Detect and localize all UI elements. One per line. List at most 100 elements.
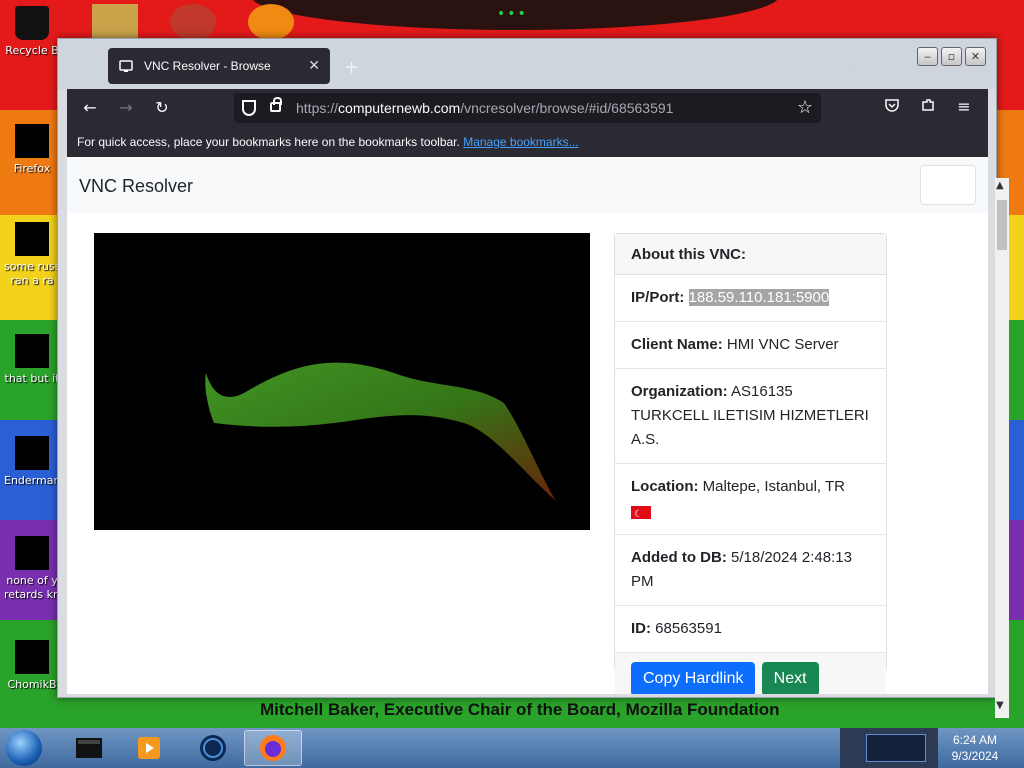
list-all-tabs-icon[interactable]: ⌄ (849, 57, 859, 71)
ip-port-row: IP/Port: 188.59.110.181:5900 (615, 275, 886, 322)
added-to-db-label: Added to DB: (631, 549, 727, 566)
desktop-icon-none-of-y[interactable]: none of y retards kn (4, 536, 60, 602)
client-name-label: Client Name: (631, 336, 723, 353)
media-player-icon (138, 737, 160, 759)
desktop-icon-recycle-bin[interactable]: Recycle B (4, 6, 60, 58)
firefox-icon (15, 124, 49, 158)
tray-window-preview[interactable] (866, 734, 926, 762)
browser-window[interactable]: VNC Resolver - Browse ✕ + ⌄ ‒ ▫ ✕ ← → ↻ … (57, 38, 997, 698)
title-bar[interactable]: VNC Resolver - Browse ✕ + ⌄ ‒ ▫ ✕ (58, 39, 996, 89)
back-arrow-icon[interactable]: ← (79, 97, 101, 119)
clock-date: 9/3/2024 (951, 749, 999, 763)
desktop-app-icon[interactable] (92, 4, 138, 40)
desktop-icon-label: Firefox (13, 162, 51, 175)
url-host: computernewb.com (338, 100, 461, 116)
desktop-icon-label: none of y (6, 574, 58, 587)
terminal-icon (76, 738, 102, 758)
site-navbar: VNC Resolver (67, 157, 988, 213)
pocket-icon[interactable] (881, 97, 903, 117)
tab-title: VNC Resolver - Browse (144, 59, 271, 73)
forward-arrow-icon[interactable]: → (115, 97, 137, 119)
lock-icon[interactable] (270, 97, 282, 112)
taskbar-app-terminal[interactable] (60, 730, 118, 766)
vnc-screenshot-image (205, 362, 557, 501)
desktop-icon-enderman[interactable]: Enderman (4, 436, 60, 488)
taskbar: 6:24 AM 9/3/2024 (0, 728, 1024, 768)
added-to-db-row: Added to DB: 5/18/2024 2:48:13 PM (615, 535, 886, 606)
vnc-info-card: About this VNC: IP/Port: 188.59.110.181:… (614, 233, 887, 694)
bookmarks-toolbar: For quick access, place your bookmarks h… (67, 127, 988, 157)
hamburger-menu-icon[interactable]: ≡ (953, 97, 975, 116)
tracking-protection-shield-icon[interactable] (242, 100, 256, 116)
site-favicon-icon (118, 58, 134, 74)
system-tray (840, 728, 938, 768)
desktop-app-icon[interactable] (170, 4, 216, 40)
site-title[interactable]: VNC Resolver (79, 176, 193, 197)
scroll-up-arrow-icon[interactable]: ▲ (996, 180, 1004, 191)
wallpaper-dots: ••• (497, 6, 528, 22)
desktop-icon-that-but-it[interactable]: that but it (4, 334, 60, 386)
vnc-screenshot (94, 233, 590, 530)
page-content: VNC Resolver About this VNC: IP/Port: 18 (67, 157, 988, 694)
url-text[interactable]: https://computernewb.com/vncresolver/bro… (296, 100, 673, 116)
extensions-icon[interactable] (917, 97, 939, 117)
file-icon (15, 222, 49, 256)
ip-port-value[interactable]: 188.59.110.181:5900 (688, 289, 830, 306)
wallpaper-caption: Mitchell Baker, Executive Chair of the B… (260, 700, 780, 719)
close-window-button[interactable]: ✕ (965, 47, 986, 66)
organization-row: Organization: AS16135 TURKCELL ILETISIM … (615, 369, 886, 464)
taskbar-app-media-player[interactable] (120, 730, 178, 766)
firefox-icon (260, 735, 286, 761)
desktop-icon-label: some russ (4, 260, 60, 273)
next-button[interactable]: Next (761, 662, 819, 694)
desktop-icon-label: ran a ra (10, 274, 54, 287)
app-icon (15, 436, 49, 470)
desktop-icon-label: Recycle B (5, 44, 59, 57)
manage-bookmarks-link[interactable]: Manage bookmarks... (463, 135, 578, 149)
navbar-toggler-button[interactable] (920, 165, 976, 205)
location-value: Maltepe, Istanbul, TR (702, 478, 845, 495)
client-name-value: HMI VNC Server (726, 336, 839, 353)
globe-icon (200, 735, 226, 761)
desktop-icon-label: Enderman (4, 474, 60, 487)
desktop-icon-label: retards kn (4, 588, 60, 601)
close-tab-icon[interactable]: ✕ (308, 58, 320, 74)
organization-label: Organization: (631, 383, 728, 400)
desktop-icon-label: ChomikB (7, 678, 57, 691)
recycle-bin-icon (15, 6, 49, 40)
url-path: /vncresolver/browse/#id/68563591 (460, 100, 674, 116)
desktop-icon-chomik[interactable]: ChomikB (4, 640, 60, 692)
id-value: 68563591 (655, 620, 722, 637)
id-label: ID: (631, 620, 651, 637)
location-row: Location: Maltepe, Istanbul, TR (615, 464, 886, 535)
file-icon (15, 536, 49, 570)
desktop-icon-firefox[interactable]: Firefox (4, 124, 60, 176)
turkey-flag-icon (631, 503, 651, 527)
location-label: Location: (631, 478, 699, 495)
navigation-toolbar: ← → ↻ https://computernewb.com/vncresolv… (67, 89, 988, 127)
taskbar-app-ie[interactable] (184, 730, 242, 766)
minimize-button[interactable]: ‒ (917, 47, 938, 66)
card-header: About this VNC: (615, 234, 886, 275)
page-scrollbar[interactable]: ▲ ▼ (995, 178, 1009, 718)
url-bar[interactable]: https://computernewb.com/vncresolver/bro… (234, 93, 821, 123)
maximize-button[interactable]: ▫ (941, 47, 962, 66)
ip-port-label: IP/Port: (631, 289, 685, 306)
file-icon (15, 334, 49, 368)
taskbar-app-firefox[interactable] (244, 730, 302, 766)
desktop-app-icon[interactable] (248, 4, 294, 40)
app-icon (15, 640, 49, 674)
scroll-down-arrow-icon[interactable]: ▼ (996, 700, 1004, 711)
taskbar-clock[interactable]: 6:24 AM 9/3/2024 (940, 732, 1010, 764)
copy-hardlink-button[interactable]: Copy Hardlink (631, 662, 756, 694)
start-button[interactable] (6, 730, 42, 766)
bookmark-star-icon[interactable]: ☆ (797, 97, 813, 118)
reload-icon[interactable]: ↻ (151, 97, 173, 119)
desktop-icon-russ[interactable]: some russ ran a ra (4, 222, 60, 288)
url-scheme: https:// (296, 100, 339, 116)
scrollbar-thumb[interactable] (997, 200, 1007, 250)
tab-vnc-resolver[interactable]: VNC Resolver - Browse ✕ (108, 48, 330, 84)
new-tab-button[interactable]: + (344, 57, 359, 78)
card-footer: Copy Hardlink Next (615, 653, 886, 694)
id-row: ID: 68563591 (615, 606, 886, 653)
